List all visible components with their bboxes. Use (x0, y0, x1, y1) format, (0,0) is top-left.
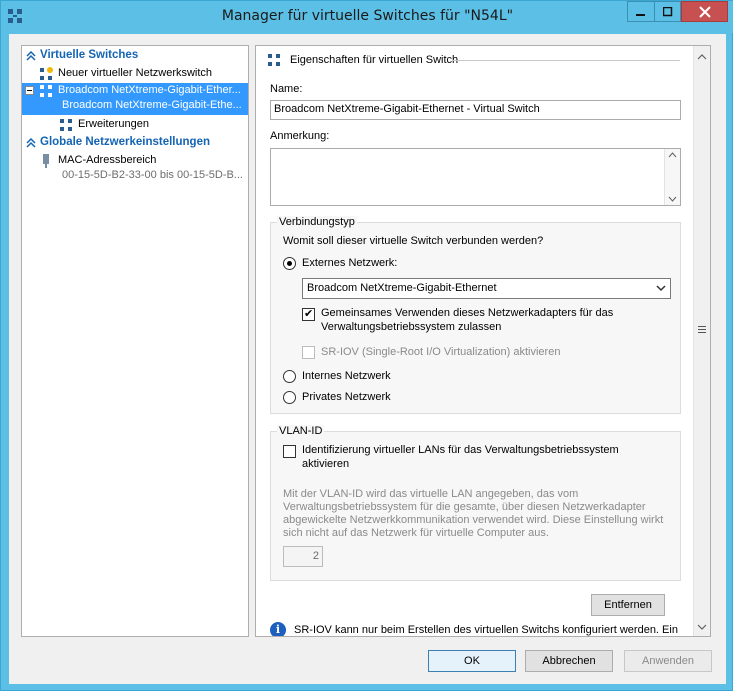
apply-button[interactable]: Anwenden (624, 650, 712, 672)
switch-adapter-label: Broadcom NetXtreme-Gigabit-Ethe... (62, 99, 242, 111)
vlan-id-field[interactable]: 2 (283, 546, 323, 567)
vlan-enable-label-line2: aktivieren (302, 458, 350, 470)
external-adapter-value: Broadcom NetXtreme-Gigabit-Ethernet (307, 282, 497, 294)
remove-button[interactable]: Entfernen (591, 594, 665, 616)
properties-title: Eigenschaften für virtuellen Switch (290, 54, 459, 66)
share-adapter-label-line1: Gemeinsames Verwenden dieses Netzwerkada… (321, 307, 614, 319)
maximize-icon (662, 6, 672, 16)
ok-button[interactable]: OK (428, 650, 516, 672)
info-icon: i (270, 622, 286, 636)
network-adapter-icon (43, 154, 49, 168)
tree-item-selected-switch[interactable]: Broadcom NetXtreme-Gigabit-Ether... Broa… (22, 83, 248, 115)
tree-item-label: Neuer virtueller Netzwerkswitch (58, 67, 213, 79)
private-network-radio[interactable] (283, 391, 296, 404)
tree-item-label: Erweiterungen (78, 118, 149, 130)
window-title: Manager für virtuelle Switches für "N54L… (221, 8, 514, 24)
connection-question: Womit soll dieser virtuelle Switch verbu… (283, 235, 544, 247)
tree-section-label: Virtuelle Switches (40, 49, 139, 61)
share-adapter-label-line2: Verwaltungsbetriebssystem zulassen (321, 321, 502, 333)
vlan-enable-label-line1: Identifizierung virtueller LANs für das … (302, 444, 619, 456)
switch-name-field[interactable]: Broadcom NetXtreme-Gigabit-Ethernet - Vi… (270, 100, 681, 120)
notes-field[interactable] (270, 148, 681, 206)
scroll-up-icon (668, 152, 677, 158)
vlan-enable-checkbox[interactable] (283, 445, 296, 458)
external-network-radio[interactable] (283, 257, 296, 270)
close-icon (698, 5, 711, 18)
external-adapter-select[interactable]: Broadcom NetXtreme-Gigabit-Ethernet (302, 278, 671, 299)
new-switch-icon (40, 67, 53, 80)
minimize-icon (636, 13, 645, 16)
extensions-icon (60, 119, 72, 131)
scroll-down-icon (697, 624, 707, 630)
collapse-box-icon (25, 86, 34, 95)
tree-item-new-switch[interactable]: Neuer virtueller Netzwerkswitch (22, 66, 248, 82)
title-bar[interactable]: Manager für virtuelle Switches für "N54L… (1, 1, 733, 33)
vlan-id-value: 2 (312, 550, 319, 562)
maximize-button[interactable] (654, 1, 681, 22)
tree-item-extensions[interactable]: Erweiterungen (22, 117, 248, 133)
external-network-label: Externes Netzwerk: (302, 257, 398, 269)
minimize-button[interactable] (627, 1, 654, 22)
sriov-checkbox[interactable] (302, 346, 315, 359)
scroll-up-icon (697, 54, 707, 60)
collapse-chevron-icon (26, 51, 36, 61)
properties-pane: Eigenschaften für virtuellen Switch Name… (255, 45, 711, 637)
vlan-description-line4: sich nicht auf das Netzwerk für virtuell… (283, 527, 549, 539)
dialog-client-area: Virtuelle Switches Neuer virtueller Netz… (9, 34, 726, 684)
properties-header: Eigenschaften für virtuellen Switch (262, 52, 682, 68)
sriov-label: SR-IOV (Single-Root I/O Virtualization) … (321, 346, 561, 358)
chevron-down-icon (656, 285, 666, 292)
connection-type-title: Verbindungstyp (277, 216, 357, 228)
vlan-description-line3: abgewickelte Netzwerkkommunikation verwe… (283, 514, 664, 526)
scrollbar-grip[interactable] (698, 326, 706, 335)
mac-range-value: 00-15-5D-B2-33-00 bis 00-15-5D-B... (62, 169, 243, 181)
info-message: SR-IOV kann nur beim Erstellen des virtu… (294, 624, 678, 636)
vlan-description-line2: Verwaltungsbetriebssystem für die gesamt… (283, 501, 646, 513)
internal-network-radio[interactable] (283, 370, 296, 383)
switch-name-value: Broadcom NetXtreme-Gigabit-Ethernet - Vi… (274, 103, 540, 115)
vlan-id-group: VLAN-ID Identifizierung virtueller LANs … (270, 425, 681, 581)
navigation-tree: Virtuelle Switches Neuer virtueller Netz… (21, 45, 249, 637)
connection-type-group: Verbindungstyp Womit soll dieser virtuel… (270, 216, 681, 414)
internal-network-label: Internes Netzwerk (302, 370, 391, 382)
vlan-id-title: VLAN-ID (277, 425, 325, 437)
collapse-chevron-icon (26, 138, 36, 148)
private-network-label: Privates Netzwerk (302, 391, 391, 403)
cancel-button[interactable]: Abbrechen (525, 650, 613, 672)
switch-icon (40, 85, 52, 97)
tree-item-mac-range[interactable]: MAC-Adressbereich 00-15-5D-B2-33-00 bis … (22, 153, 248, 185)
properties-scrollbar[interactable] (693, 46, 710, 636)
notes-label: Anmerkung: (270, 130, 330, 142)
header-divider (452, 60, 680, 61)
notes-scrollbar[interactable] (664, 149, 680, 205)
scroll-down-icon (668, 196, 677, 202)
share-adapter-checkbox[interactable] (302, 307, 315, 321)
tree-section-label: Globale Netzwerkeinstellungen (40, 136, 210, 148)
switch-icon (268, 54, 280, 66)
tree-section-global-settings[interactable]: Globale Netzwerkeinstellungen (22, 135, 248, 151)
dialog-window: Manager für virtuelle Switches für "N54L… (0, 0, 733, 691)
tree-item-label: MAC-Adressbereich (58, 154, 157, 166)
vlan-description-line1: Mit der VLAN-ID wird das virtuelle LAN a… (283, 488, 579, 500)
tree-section-virtual-switches[interactable]: Virtuelle Switches (22, 48, 248, 64)
name-label: Name: (270, 83, 303, 95)
switch-name-label: Broadcom NetXtreme-Gigabit-Ether... (58, 84, 241, 96)
close-button[interactable] (681, 1, 728, 22)
